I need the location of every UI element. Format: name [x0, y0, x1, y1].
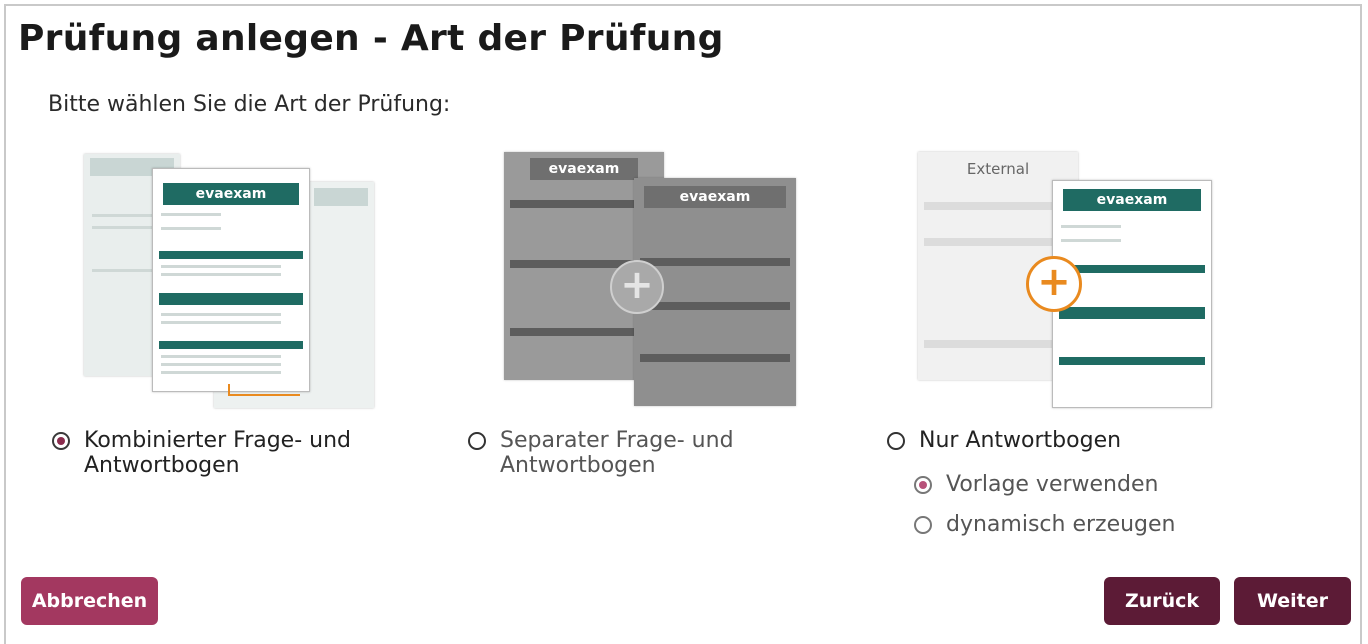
option-separate-label: Separater Frage- und Antwortbogen	[500, 428, 734, 478]
suboption-template-label: Vorlage verwenden	[946, 472, 1159, 497]
dialog-title: Prüfung anlegen - Art der Prüfung	[18, 18, 724, 59]
evaexam-logo: evaexam	[644, 186, 786, 208]
external-label: External	[966, 160, 1030, 178]
back-button[interactable]: Zurück	[1104, 577, 1220, 625]
answer-only-illustration[interactable]: External evaexam +	[918, 148, 1212, 410]
add-icon: +	[610, 260, 664, 314]
option-combined[interactable]: Kombinierter Frage- und Antwortbogen	[52, 428, 351, 478]
suboption-dynamic[interactable]: dynamisch erzeugen	[914, 512, 1176, 537]
radio-dynamic[interactable]	[914, 516, 932, 534]
radio-template[interactable]	[914, 476, 932, 494]
evaexam-logo: evaexam	[1063, 189, 1201, 211]
radio-combined[interactable]	[52, 432, 70, 450]
add-icon: +	[1026, 256, 1082, 312]
suboption-dynamic-label: dynamisch erzeugen	[946, 512, 1176, 537]
option-answer-only[interactable]: Nur Antwortbogen	[887, 428, 1121, 453]
option-separate[interactable]: Separater Frage- und Antwortbogen	[468, 428, 734, 478]
option-combined-label: Kombinierter Frage- und Antwortbogen	[84, 428, 351, 478]
cancel-button[interactable]: Abbrechen	[21, 577, 158, 625]
combined-sheet-illustration[interactable]: evaexam	[84, 148, 374, 410]
evaexam-logo: evaexam	[163, 183, 299, 205]
radio-separate[interactable]	[468, 432, 486, 450]
radio-answer-only[interactable]	[887, 432, 905, 450]
evaexam-logo: evaexam	[530, 158, 638, 180]
separate-sheet-illustration[interactable]: evaexam evaexam +	[504, 148, 796, 410]
arrow-indicator	[228, 384, 300, 396]
selection-prompt: Bitte wählen Sie die Art der Prüfung:	[48, 92, 451, 117]
next-button[interactable]: Weiter	[1234, 577, 1351, 625]
option-answer-only-label: Nur Antwortbogen	[919, 428, 1122, 453]
combined-sheet-front: evaexam	[152, 168, 310, 392]
suboption-template[interactable]: Vorlage verwenden	[914, 472, 1158, 497]
